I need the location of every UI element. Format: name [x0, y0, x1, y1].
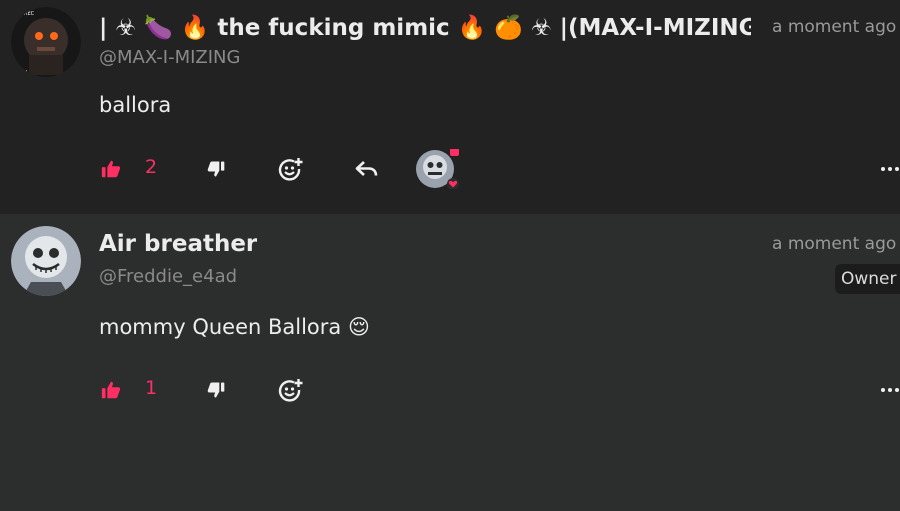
comment-text: mommy Queen Ballora 😌 — [99, 315, 370, 339]
comment-text: ballora — [99, 93, 172, 117]
more-options-button[interactable] — [880, 157, 900, 181]
comment-author[interactable]: Air breather — [99, 231, 257, 257]
more-options-button[interactable] — [880, 378, 900, 402]
like-button[interactable] — [100, 378, 122, 402]
comment-handle[interactable]: @Freddie_e4ad — [99, 266, 237, 287]
like-button[interactable] — [100, 157, 122, 181]
add-reaction-icon — [278, 158, 303, 181]
comment-timestamp: a moment ago — [772, 234, 897, 254]
thumbs-down-icon — [207, 161, 225, 177]
comment-actions: 1 — [0, 370, 900, 410]
avatar[interactable] — [11, 226, 81, 296]
owner-badge: Owner — [835, 264, 900, 294]
dislike-button[interactable] — [206, 157, 226, 181]
creator-heart — [415, 148, 459, 190]
thumbs-up-icon — [101, 160, 121, 178]
more-options-icon — [881, 167, 899, 171]
comment-item: Air breather @Freddie_e4ad a moment ago … — [0, 214, 900, 511]
comment-author[interactable]: | ☣ 🍆 🔥 the fucking mimic 🔥 🍊 ☣ |(MAX-I-… — [99, 14, 751, 41]
rec-label: REC — [24, 11, 35, 17]
like-count: 2 — [145, 156, 158, 178]
reply-icon — [355, 161, 378, 176]
comment-item: REC YOU | ☣ 🍆 🔥 the fucking mimic 🔥 🍊 ☣ … — [0, 0, 900, 214]
add-reaction-button[interactable] — [278, 378, 304, 402]
comment-handle[interactable]: @MAX-I-MIZING — [99, 47, 240, 68]
comment-timestamp: a moment ago — [772, 17, 897, 37]
add-reaction-icon — [278, 379, 303, 402]
dislike-button[interactable] — [206, 378, 226, 402]
avatar[interactable]: REC YOU — [11, 7, 81, 77]
like-count: 1 — [145, 377, 158, 399]
notification-dot — [450, 148, 459, 156]
thumbs-up-icon — [101, 381, 121, 399]
add-reaction-button[interactable] — [278, 157, 304, 181]
more-options-icon — [881, 388, 899, 392]
you-label: YOU — [16, 70, 28, 76]
thumbs-down-icon — [207, 382, 225, 398]
comment-actions: 2 — [0, 148, 900, 190]
reply-button[interactable] — [355, 157, 379, 181]
